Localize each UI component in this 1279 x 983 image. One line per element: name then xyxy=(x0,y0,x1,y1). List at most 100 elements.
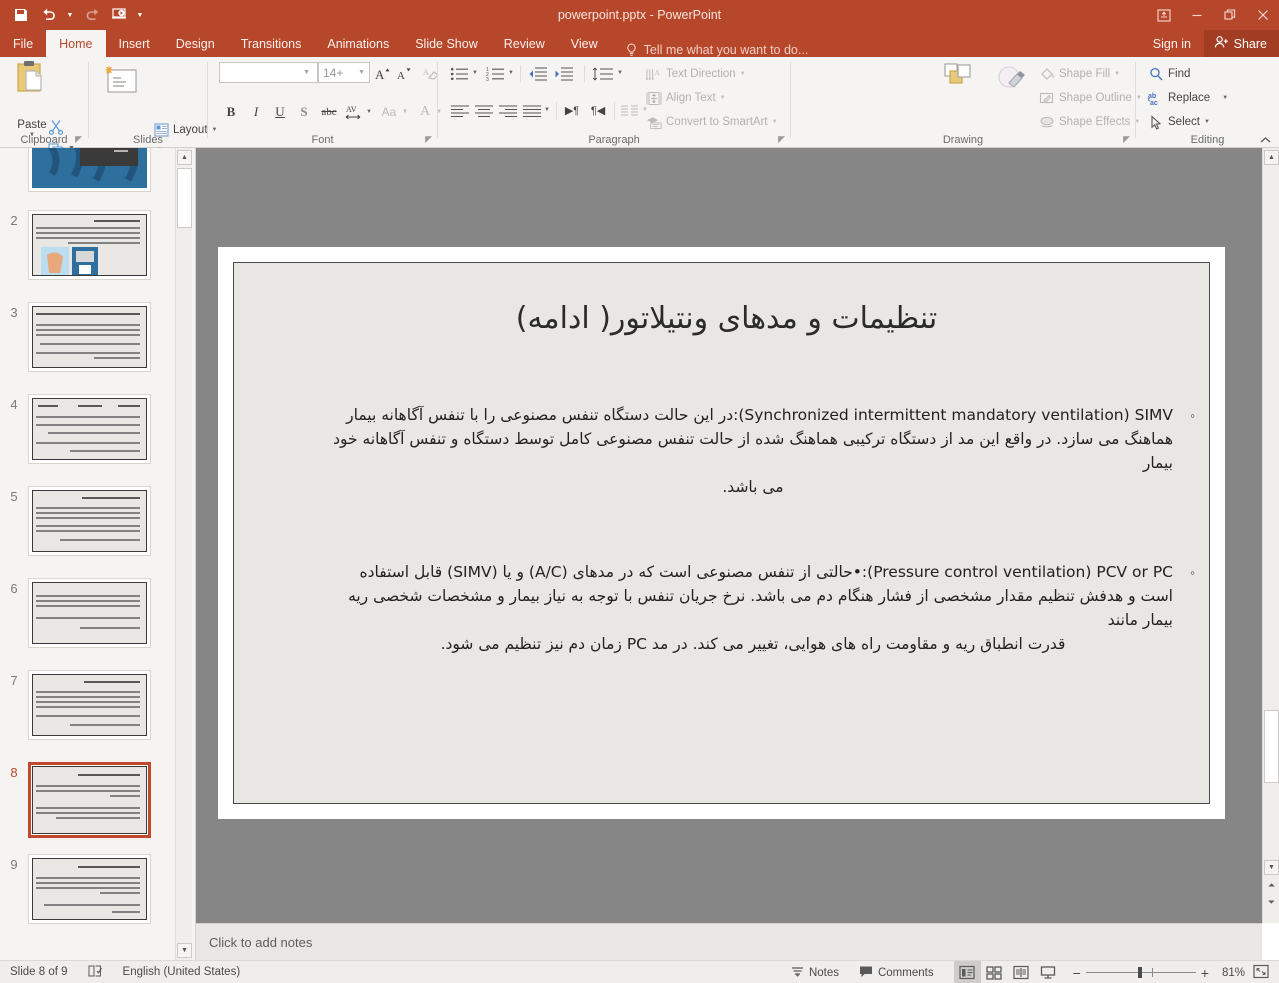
drawing-dialog-launcher[interactable]: ◤ xyxy=(1123,134,1130,145)
sign-in-button[interactable]: Sign in xyxy=(1153,30,1191,57)
bold-button[interactable]: B xyxy=(219,101,243,123)
bullets-button[interactable] xyxy=(448,63,472,84)
text-direction-button[interactable]: A Text Direction ▼ xyxy=(646,63,746,85)
minimize-icon[interactable] xyxy=(1180,0,1213,30)
zoom-out-button[interactable]: − xyxy=(1068,965,1086,981)
previous-slide-icon[interactable]: ⏶ xyxy=(1265,879,1278,892)
change-case-dropdown-icon[interactable]: ▼ xyxy=(402,109,408,115)
increase-indent-button[interactable] xyxy=(552,63,576,84)
list-item[interactable]: 3 xyxy=(0,302,175,372)
scrollbar-thumb[interactable] xyxy=(1264,710,1279,783)
close-icon[interactable] xyxy=(1246,0,1279,30)
slides-thumbnail-pane[interactable]: 1 2 xyxy=(0,148,196,960)
list-item[interactable]: 8 xyxy=(0,762,175,838)
slide-title[interactable]: تنظیمات و مدهای ونتیلاتور( ادامه) xyxy=(278,301,1175,336)
paragraph-dialog-launcher[interactable]: ◤ xyxy=(778,134,785,145)
left-to-right-button[interactable]: ▶¶ xyxy=(560,100,584,121)
list-item[interactable]: 4 xyxy=(0,394,175,464)
zoom-level[interactable]: 81% xyxy=(1220,961,1253,983)
align-center-button[interactable] xyxy=(472,100,496,121)
decrease-font-size-button[interactable]: A xyxy=(394,63,416,83)
font-size-dropdown-icon[interactable]: ▼ xyxy=(354,69,369,76)
tell-me-search[interactable]: Tell me what you want to do... xyxy=(611,43,808,57)
font-size-input[interactable]: 14+ ▼ xyxy=(318,62,370,83)
tab-insert[interactable]: Insert xyxy=(106,30,163,57)
zoom-in-button[interactable]: + xyxy=(1196,965,1214,981)
slide-thumbnail-selected[interactable] xyxy=(28,762,151,838)
italic-button[interactable]: I xyxy=(244,101,268,123)
text-shadow-button[interactable]: S xyxy=(292,101,316,123)
align-right-button[interactable] xyxy=(496,100,520,121)
zoom-track[interactable] xyxy=(1085,967,1196,978)
right-to-left-button[interactable]: ¶◀ xyxy=(586,100,610,121)
bullet-paragraph-2[interactable]: ◦ Pressure control ventilation) PCV or P… xyxy=(333,560,1195,656)
tab-review[interactable]: Review xyxy=(491,30,558,57)
accessibility-check-button[interactable] xyxy=(78,961,113,983)
slide-show-button[interactable] xyxy=(1035,961,1062,983)
shape-fill-button[interactable]: Shape Fill ▼ xyxy=(1039,63,1120,85)
replace-button[interactable]: ab ac Replace ▼ xyxy=(1148,87,1228,109)
current-slide[interactable]: تنظیمات و مدهای ونتیلاتور( ادامه) ◦ Sync… xyxy=(233,262,1210,804)
numbering-button[interactable]: 123 xyxy=(484,63,508,84)
slide-thumbnail[interactable] xyxy=(28,578,151,648)
scroll-up-icon[interactable]: ▲ xyxy=(1264,150,1279,165)
slide-thumbnail[interactable] xyxy=(28,394,151,464)
align-text-button[interactable]: Align Text ▼ xyxy=(646,87,726,109)
replace-dropdown-icon[interactable]: ▼ xyxy=(1222,95,1228,101)
bullet-paragraph-1[interactable]: ◦ Synchronized intermittent mandatory ve… xyxy=(333,403,1195,499)
save-icon[interactable] xyxy=(8,2,34,28)
tab-slide-show[interactable]: Slide Show xyxy=(402,30,491,57)
list-item[interactable]: 2 xyxy=(0,210,175,280)
scroll-down-icon[interactable]: ▼ xyxy=(177,943,192,958)
tab-file[interactable]: File xyxy=(0,30,46,57)
font-name-dropdown-icon[interactable]: ▼ xyxy=(299,69,314,76)
customize-qat-icon[interactable]: ▼ xyxy=(134,2,146,28)
thumbnail-pane-scrollbar[interactable]: ▲ ▼ xyxy=(175,148,192,960)
font-dialog-launcher[interactable]: ◤ xyxy=(425,134,432,145)
tab-animations[interactable]: Animations xyxy=(314,30,402,57)
convert-to-smartart-button[interactable]: Convert to SmartArt ▼ xyxy=(646,111,778,133)
line-spacing-button[interactable] xyxy=(590,63,616,84)
list-item[interactable]: 6 xyxy=(0,578,175,648)
chevron-up-icon[interactable] xyxy=(1260,136,1271,146)
decrease-indent-button[interactable] xyxy=(526,63,550,84)
notes-button[interactable]: Notes xyxy=(781,961,849,983)
normal-view-button[interactable] xyxy=(953,961,981,983)
text-direction-dropdown-icon[interactable]: ▼ xyxy=(740,71,746,77)
bullet-text-2[interactable]: Pressure control ventilation) PCV or PC)… xyxy=(333,560,1193,656)
select-button[interactable]: Select ▼ xyxy=(1148,111,1210,133)
align-left-button[interactable] xyxy=(448,100,472,121)
slide-area-scrollbar[interactable]: ▲ ▼ ⏶ ⏷ xyxy=(1262,148,1279,923)
bullets-dropdown-icon[interactable]: ▼ xyxy=(472,70,478,76)
tab-view[interactable]: View xyxy=(558,30,611,57)
tab-design[interactable]: Design xyxy=(163,30,228,57)
underline-button[interactable]: U xyxy=(268,101,292,123)
zoom-thumb[interactable] xyxy=(1137,967,1142,978)
list-item[interactable]: 9 xyxy=(0,854,175,924)
slide-thumbnail[interactable] xyxy=(28,210,151,280)
undo-dropdown-icon[interactable]: ▼ xyxy=(64,2,76,28)
tab-transitions[interactable]: Transitions xyxy=(228,30,315,57)
list-item[interactable]: 5 xyxy=(0,486,175,556)
numbering-dropdown-icon[interactable]: ▼ xyxy=(508,70,514,76)
scroll-down-icon[interactable]: ▼ xyxy=(1264,860,1279,875)
clipboard-dialog-launcher[interactable]: ◤ xyxy=(75,134,82,145)
redo-icon[interactable] xyxy=(78,2,104,28)
reading-view-button[interactable] xyxy=(1008,961,1035,983)
ribbon-display-options-icon[interactable] xyxy=(1147,0,1180,30)
list-item[interactable]: 7 xyxy=(0,670,175,740)
shape-outline-button[interactable]: Shape Outline ▼ xyxy=(1039,87,1142,109)
font-color-button[interactable]: A xyxy=(414,101,436,123)
comments-button[interactable]: Comments xyxy=(849,961,944,983)
slide-canvas[interactable]: تنظیمات و مدهای ونتیلاتور( ادامه) ◦ Sync… xyxy=(218,247,1225,819)
increase-font-size-button[interactable]: A xyxy=(372,63,394,83)
columns-button[interactable] xyxy=(618,100,642,121)
shape-effects-button[interactable]: Shape Effects ▼ xyxy=(1039,111,1140,133)
scrollbar-thumb[interactable] xyxy=(177,168,192,228)
slide-thumbnail[interactable] xyxy=(28,148,151,192)
slide-thumbnail[interactable] xyxy=(28,486,151,556)
fit-slide-to-window-button[interactable] xyxy=(1253,961,1279,983)
next-slide-icon[interactable]: ⏷ xyxy=(1265,896,1278,909)
align-text-dropdown-icon[interactable]: ▼ xyxy=(720,95,726,101)
slide-editing-area[interactable]: تنظیمات و مدهای ونتیلاتور( ادامه) ◦ Sync… xyxy=(196,148,1262,923)
